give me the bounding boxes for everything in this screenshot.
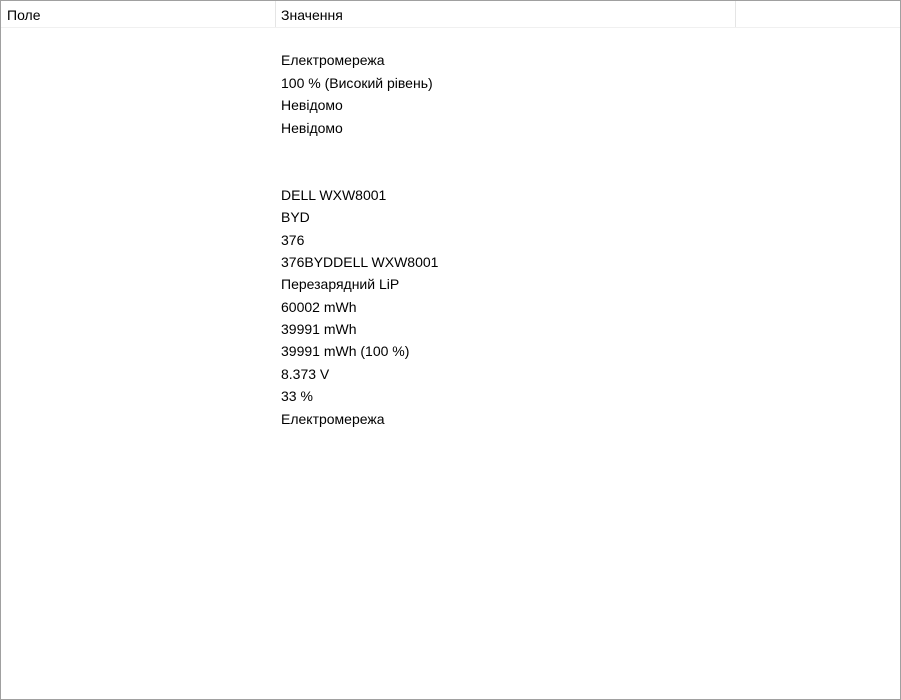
property-row[interactable]: Тип батареїПерезарядний LiP <box>1 273 900 295</box>
property-row[interactable]: Рівень зносу33 % <box>1 385 900 407</box>
property-value: Електромережа <box>281 410 385 427</box>
property-value: Перезарядний LiP <box>281 276 400 293</box>
property-value: Невідомо <box>281 119 343 136</box>
column-header-value[interactable]: Значення <box>276 1 736 27</box>
property-value: DELL WXW8001 <box>281 186 387 203</box>
property-row[interactable]: Напруга батареї8.373 V <box>1 363 900 385</box>
property-row[interactable]: Поточне джерело живленняЕлектромережа <box>1 49 900 71</box>
property-row[interactable]: Ємність повної зарядки39991 mWh <box>1 318 900 340</box>
property-row[interactable]: Унікальний ID376BYDDELL WXW8001 <box>1 251 900 273</box>
properties-list-view[interactable]: Поле Значення Властивості електроживленн… <box>0 0 901 700</box>
property-row[interactable]: Час роботи батареї, що залишив...Невідом… <box>1 117 900 139</box>
property-value: 8.373 V <box>281 365 330 382</box>
property-row[interactable]: Ім'я пристроюDELL WXW8001 <box>1 184 900 206</box>
property-value: 33 % <box>281 388 313 405</box>
property-value: Невідомо <box>281 97 343 114</box>
property-value: 376 <box>281 231 305 248</box>
group-header-row[interactable]: Властивості електроживлення <box>1 27 900 49</box>
property-row[interactable]: Стан батарей100 % (Високий рівень) <box>1 72 900 94</box>
property-value: 100 % (Високий рівень) <box>281 74 433 91</box>
property-row[interactable]: Поточна ємність39991 mWh (100 %) <box>1 340 900 362</box>
property-row[interactable]: Розрахована ємність60002 mWh <box>1 296 900 318</box>
property-value: 39991 mWh (100 %) <box>281 343 410 360</box>
property-value: 376BYDDELL WXW8001 <box>281 253 439 270</box>
property-row[interactable]: Серійний номер376 <box>1 229 900 251</box>
property-row[interactable]: СтанЕлектромережа <box>1 408 900 430</box>
property-value: Електромережа <box>281 52 385 69</box>
property-value: 39991 mWh <box>281 321 357 338</box>
list-header: Поле Значення <box>1 1 900 28</box>
list-rows: Властивості електроживленняПоточне джере… <box>1 27 900 430</box>
property-value: BYD <box>281 209 310 226</box>
property-value: 60002 mWh <box>281 298 357 315</box>
property-row[interactable]: Повний час роботи від батареїНевідомо <box>1 94 900 116</box>
property-row[interactable]: ВиробникBYD <box>1 206 900 228</box>
group-header-row[interactable]: Властивості батареї <box>1 161 900 183</box>
column-header-field[interactable]: Поле <box>1 1 276 27</box>
